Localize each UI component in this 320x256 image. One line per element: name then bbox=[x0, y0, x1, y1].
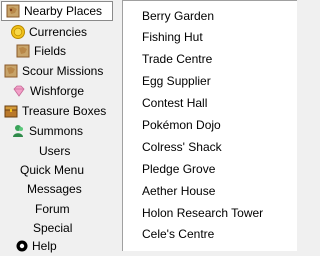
sidebar-item-messages[interactable]: Messages bbox=[27, 179, 82, 199]
sidebar-item-label: Quick Menu bbox=[20, 163, 85, 177]
sidebar-item-label: Nearby Places bbox=[24, 4, 103, 18]
sidebar-item-treasure-boxes[interactable]: Treasure Boxes bbox=[3, 101, 106, 121]
sidebar-item-special[interactable]: Special bbox=[33, 218, 72, 238]
sidebar-item-fields[interactable]: Fields bbox=[15, 41, 66, 61]
menu-item-berry-garden[interactable]: Berry Garden bbox=[142, 5, 214, 27]
map-scroll-icon bbox=[3, 63, 19, 79]
sidebar-item-users[interactable]: Users bbox=[39, 141, 70, 161]
sidebar-item-label: Treasure Boxes bbox=[22, 104, 107, 118]
menu-item-contest-hall[interactable]: Contest Hall bbox=[142, 92, 207, 114]
sidebar-item-label: Messages bbox=[27, 182, 82, 196]
sidebar-item-wishforge[interactable]: Wishforge bbox=[11, 81, 84, 101]
menu-item-celes-centre[interactable]: Cele's Centre bbox=[142, 223, 214, 245]
menu-item-egg-supplier[interactable]: Egg Supplier bbox=[142, 70, 211, 92]
sidebar-item-label: Fields bbox=[34, 44, 67, 58]
menu-item-pokemon-dojo[interactable]: Pokémon Dojo bbox=[142, 114, 221, 136]
menu-item-aether-house[interactable]: Aether House bbox=[142, 180, 215, 202]
sidebar-item-label: Special bbox=[33, 221, 73, 235]
sidebar-item-scour-missions[interactable]: Scour Missions bbox=[3, 61, 103, 81]
map-scroll-icon bbox=[15, 43, 31, 59]
sidebar-item-label: Summons bbox=[29, 124, 84, 138]
sidebar-item-help[interactable]: Help bbox=[16, 236, 57, 256]
gem-icon bbox=[11, 83, 27, 99]
sidebar-menu: Nearby Places Currencies Fields Scour Mi… bbox=[0, 0, 113, 253]
sidebar-item-label: Currencies bbox=[29, 25, 88, 39]
menu-item-pledge-grove[interactable]: Pledge Grove bbox=[142, 158, 215, 180]
menu-item-holon-research-tower[interactable]: Holon Research Tower bbox=[142, 202, 263, 224]
sidebar-item-label: Scour Missions bbox=[22, 64, 104, 78]
menu-item-fishing-hut[interactable]: Fishing Hut bbox=[142, 26, 203, 48]
sidebar-item-label: Wishforge bbox=[30, 84, 85, 98]
summons-icon bbox=[10, 123, 26, 139]
map-scroll-icon bbox=[5, 3, 21, 19]
sidebar-item-label: Help bbox=[32, 239, 57, 253]
sidebar-item-summons[interactable]: Summons bbox=[10, 121, 83, 141]
sidebar-item-nearby-places[interactable]: Nearby Places bbox=[1, 1, 113, 21]
sidebar-item-quick-menu[interactable]: Quick Menu bbox=[20, 160, 84, 180]
sidebar-item-currencies[interactable]: Currencies bbox=[10, 22, 87, 42]
treasure-box-icon bbox=[3, 103, 19, 119]
sidebar-item-label: Users bbox=[39, 144, 71, 158]
sidebar-item-forum[interactable]: Forum bbox=[35, 199, 70, 219]
help-icon bbox=[16, 240, 28, 252]
coin-icon bbox=[10, 24, 26, 40]
sidebar-item-label: Forum bbox=[35, 202, 70, 216]
menu-item-colress-shack[interactable]: Colress' Shack bbox=[142, 136, 222, 158]
menu-item-trade-centre[interactable]: Trade Centre bbox=[142, 48, 212, 70]
